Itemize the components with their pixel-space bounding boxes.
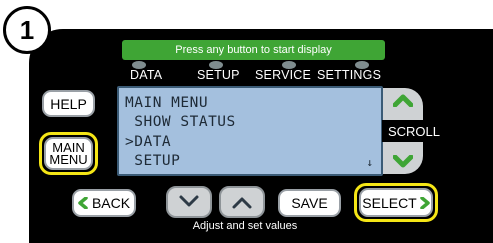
help-button[interactable]: HELP	[42, 90, 95, 117]
save-button[interactable]: SAVE	[278, 189, 341, 217]
lcd-more-down-arrow: ↓	[366, 156, 373, 169]
category-label-setup: SETUP	[197, 68, 240, 82]
chevron-right-icon	[419, 196, 430, 209]
scroll-down-chevron-icon[interactable]	[393, 155, 413, 169]
back-label: BACK	[91, 195, 131, 211]
adjust-caption: Adjust and set values	[192, 220, 298, 232]
select-label: SELECT	[362, 194, 417, 211]
chevron-down-icon	[179, 195, 199, 207]
lcd-display: MAIN MENU SHOW STATUS >DATA SETUP ↓	[117, 86, 383, 176]
chevron-left-icon	[78, 197, 88, 209]
scroll-label: SCROLL	[382, 120, 446, 142]
lcd-line-data-selected: >DATA	[125, 134, 172, 150]
step-number-badge: 1	[3, 6, 51, 54]
lcd-line-setup: SETUP	[125, 153, 181, 169]
scroll-up-chevron-icon[interactable]	[393, 93, 413, 107]
lcd-line-show-status: SHOW STATUS	[125, 114, 236, 130]
adjust-up-button[interactable]	[219, 186, 265, 218]
back-button[interactable]: BACK	[72, 189, 136, 217]
select-button[interactable]: SELECT	[359, 188, 433, 217]
main-menu-label-line2: MENU	[49, 151, 88, 167]
category-label-service: SERVICE	[255, 68, 312, 82]
start-display-banner: Press any button to start display	[122, 40, 385, 60]
lcd-line-title: MAIN MENU	[125, 95, 209, 111]
main-menu-button[interactable]: MAIN MENU	[44, 137, 93, 170]
category-label-settings: SETTINGS	[317, 68, 382, 82]
chevron-up-icon	[232, 197, 252, 209]
adjust-down-button[interactable]	[166, 186, 212, 218]
category-label-data: DATA	[130, 68, 163, 82]
